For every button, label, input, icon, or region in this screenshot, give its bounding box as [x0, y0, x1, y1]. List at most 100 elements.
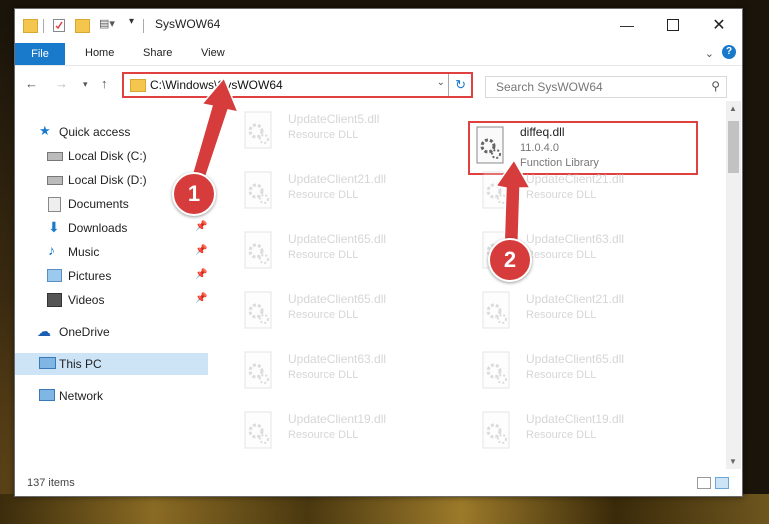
- folder-icon: [130, 79, 146, 92]
- file-name: UpdateClient21.dll: [288, 172, 387, 186]
- file-name: UpdateClient65.dll: [288, 292, 387, 306]
- file-description: Resource DLL: [288, 429, 359, 441]
- file-item[interactable]: UpdateClient65.dll Resource DLL: [468, 347, 698, 401]
- scrollbar-thumb[interactable]: [728, 121, 739, 173]
- minimize-button[interactable]: ―: [604, 9, 650, 41]
- tab-home[interactable]: Home: [85, 47, 114, 59]
- file-name: UpdateClient5.dll: [288, 112, 380, 126]
- dll-file-icon: [482, 171, 510, 209]
- file-item[interactable]: UpdateClient65.dll Resource DLL: [230, 287, 460, 341]
- sidebar-item-music[interactable]: ♪ Music 📌: [15, 241, 208, 263]
- file-item[interactable]: UpdateClient65.dll Resource DLL: [230, 227, 460, 281]
- file-item[interactable]: UpdateClient21.dll Resource DLL: [468, 167, 698, 221]
- tab-share[interactable]: Share: [143, 47, 172, 59]
- close-button[interactable]: ✕: [696, 9, 742, 41]
- star-icon: ★: [39, 123, 51, 138]
- navigation-pane: ★ Quick access Local Disk (C:) 📌 Local D…: [15, 101, 208, 469]
- callout-step-1: 1: [172, 172, 216, 216]
- file-name: UpdateClient65.dll: [288, 232, 387, 246]
- status-bar: 137 items: [15, 471, 742, 495]
- dll-file-icon: [482, 411, 510, 449]
- callout-step-2: 2: [488, 238, 532, 282]
- sidebar-item-label: Downloads: [68, 221, 128, 235]
- window-title: SysWOW64: [155, 17, 221, 31]
- properties-icon[interactable]: [53, 19, 65, 32]
- vertical-scrollbar[interactable]: ▲ ▼: [726, 101, 741, 469]
- file-name: diffeq.dll: [520, 125, 565, 139]
- sidebar-item-local-disk-c[interactable]: Local Disk (C:) 📌: [15, 145, 208, 167]
- sidebar-item-label: This PC: [59, 357, 102, 371]
- file-item[interactable]: UpdateClient19.dll Resource DLL: [230, 407, 460, 461]
- file-item[interactable]: UpdateClient63.dll Resource DLL: [230, 347, 460, 401]
- separator: [143, 19, 144, 33]
- quick-access-dropdown-icon[interactable]: ▾: [129, 16, 134, 32]
- recent-locations-icon[interactable]: ▾: [83, 79, 88, 90]
- file-list: UpdateClient5.dll Resource DLL UpdateCli…: [220, 101, 725, 469]
- scroll-down-icon[interactable]: ▼: [729, 457, 737, 466]
- dll-file-icon: [476, 126, 504, 164]
- file-item[interactable]: UpdateClient5.dll Resource DLL: [230, 107, 460, 161]
- sidebar-item-downloads[interactable]: ⬇ Downloads 📌: [15, 217, 208, 239]
- customize-toolbar-icon[interactable]: ▤▾: [99, 17, 115, 33]
- search-box[interactable]: Search SysWOW64 ⚲: [485, 76, 727, 98]
- sidebar-item-videos[interactable]: Videos 📌: [15, 289, 208, 311]
- file-description: Resource DLL: [288, 249, 359, 261]
- file-name: UpdateClient21.dll: [526, 292, 625, 306]
- sidebar-item-this-pc[interactable]: This PC: [15, 353, 208, 375]
- drive-icon: [47, 176, 63, 185]
- refresh-icon[interactable]: ↻: [455, 77, 466, 93]
- file-item[interactable]: UpdateClient21.dll Resource DLL: [468, 287, 698, 341]
- cloud-icon: ☁: [37, 323, 51, 339]
- file-description: Resource DLL: [288, 189, 359, 201]
- network-icon: [39, 389, 55, 401]
- back-arrow-icon[interactable]: ←: [25, 76, 38, 91]
- file-name: UpdateClient63.dll: [526, 232, 625, 246]
- separator: [43, 19, 44, 33]
- address-path[interactable]: C:\Windows\SysWOW64: [150, 78, 283, 92]
- sidebar-item-quick-access[interactable]: ★ Quick access: [15, 121, 208, 143]
- sidebar-item-label: Network: [59, 389, 104, 403]
- film-icon: [47, 293, 62, 307]
- address-bar[interactable]: C:\Windows\SysWOW64 ⌄ ↻: [122, 72, 473, 98]
- pin-icon: 📌: [195, 149, 208, 160]
- forward-arrow-icon[interactable]: →: [55, 76, 68, 91]
- file-item[interactable]: UpdateClient19.dll Resource DLL: [468, 407, 698, 461]
- maximize-button[interactable]: [650, 9, 696, 41]
- new-folder-icon[interactable]: [75, 19, 90, 33]
- sidebar-item-network[interactable]: Network: [15, 385, 208, 407]
- address-dropdown-icon[interactable]: ⌄: [437, 77, 445, 88]
- dll-file-icon: [482, 351, 510, 389]
- dll-file-icon: [244, 411, 272, 449]
- sidebar-item-pictures[interactable]: Pictures 📌: [15, 265, 208, 287]
- ribbon-tabs: File Home Share View ⌄ ?: [15, 41, 742, 65]
- sidebar-item-label: Quick access: [59, 125, 131, 139]
- sidebar-item-onedrive[interactable]: ☁ OneDrive: [15, 321, 208, 343]
- scroll-up-icon[interactable]: ▲: [729, 104, 737, 113]
- file-explorer-window: ▤▾ ▾ SysWOW64 ― ✕ File Home Share View ⌄…: [14, 8, 743, 497]
- tiles-view-icon[interactable]: [715, 477, 729, 489]
- expand-ribbon-icon[interactable]: ⌄: [705, 47, 714, 60]
- file-description: Resource DLL: [526, 429, 597, 441]
- dll-file-icon: [482, 291, 510, 329]
- dll-file-icon: [244, 231, 272, 269]
- documents-icon: [48, 197, 61, 212]
- pin-icon: 📌: [195, 269, 208, 280]
- sidebar-item-label: Pictures: [68, 269, 112, 283]
- details-view-icon[interactable]: [697, 477, 711, 489]
- dll-file-icon: [244, 171, 272, 209]
- search-icon[interactable]: ⚲: [711, 79, 720, 93]
- help-icon[interactable]: ?: [722, 45, 736, 59]
- drive-icon: [47, 152, 63, 161]
- sidebar-item-label: Music: [68, 245, 100, 259]
- folder-icon: [23, 19, 38, 33]
- tab-file[interactable]: File: [15, 43, 65, 65]
- dll-file-icon: [244, 351, 272, 389]
- tab-view[interactable]: View: [201, 47, 225, 59]
- sidebar-item-label: Documents: [68, 197, 129, 211]
- up-arrow-icon[interactable]: ↑: [101, 76, 108, 91]
- file-item[interactable]: UpdateClient21.dll Resource DLL: [230, 167, 460, 221]
- music-note-icon: ♪: [48, 242, 55, 258]
- search-input[interactable]: Search SysWOW64: [496, 80, 603, 94]
- pin-icon: 📌: [195, 221, 208, 232]
- title-bar: ▤▾ ▾ SysWOW64 ― ✕: [15, 9, 742, 41]
